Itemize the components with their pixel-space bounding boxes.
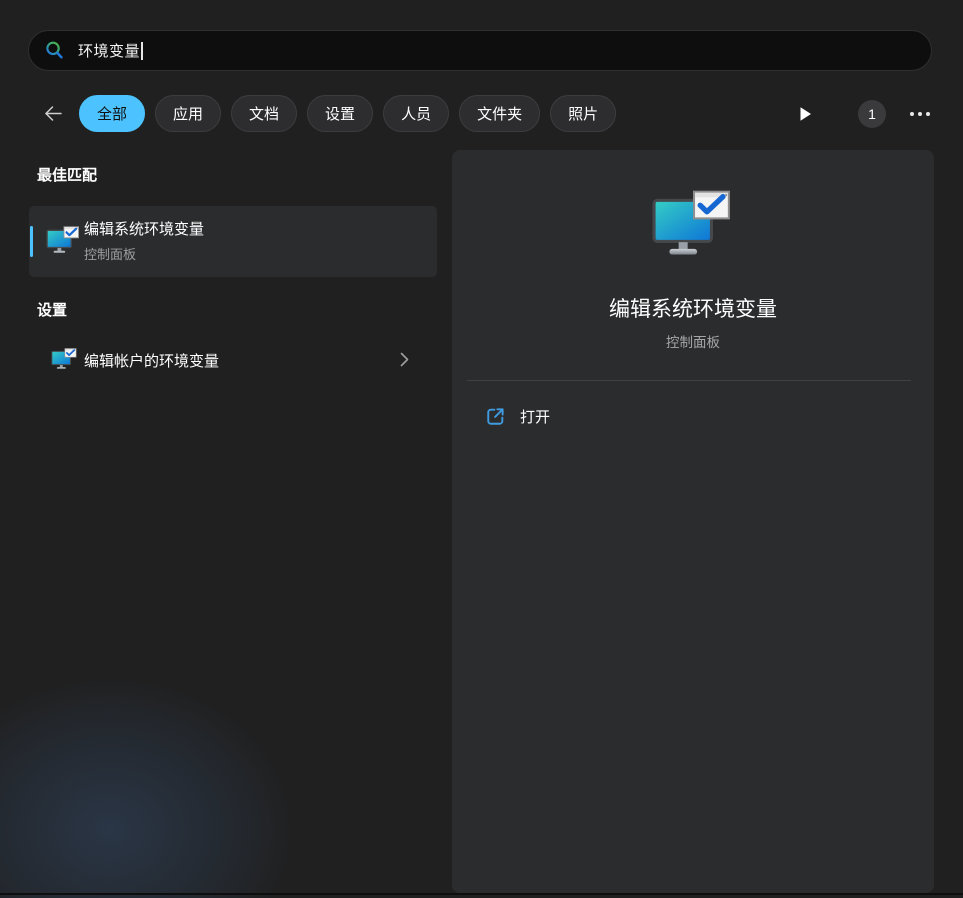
system-properties-icon-large — [652, 190, 734, 264]
toolbar-right: 1 — [795, 99, 932, 128]
result-count-badge[interactable]: 1 — [858, 99, 886, 128]
best-match-result[interactable]: 编辑系统环境变量 控制面板 — [29, 206, 437, 277]
divider — [467, 380, 911, 381]
settings-result-item[interactable]: 编辑帐户的环境变量 — [29, 337, 437, 384]
search-bar[interactable]: 环境变量 — [28, 30, 932, 71]
tab-folders[interactable]: 文件夹 — [459, 95, 541, 132]
open-action[interactable]: 打开 — [485, 406, 550, 427]
selection-accent-bar — [30, 226, 33, 257]
open-external-icon — [485, 406, 506, 427]
best-match-subtitle: 控制面板 — [84, 247, 137, 262]
open-action-label: 打开 — [520, 409, 551, 426]
preview-panel: 编辑系统环境变量 控制面板 打开 — [452, 150, 934, 893]
system-properties-icon — [51, 348, 78, 372]
play-icon[interactable] — [795, 102, 816, 126]
search-icon — [44, 40, 65, 61]
best-match-header: 最佳匹配 — [37, 167, 98, 184]
more-options-icon[interactable] — [908, 106, 932, 122]
window-bottom-edge — [0, 893, 963, 895]
preview-subtitle: 控制面板 — [666, 335, 720, 350]
filter-toolbar: 全部 应用 文档 设置 人员 文件夹 照片 1 — [40, 95, 932, 132]
back-button[interactable] — [40, 101, 66, 127]
tab-people[interactable]: 人员 — [383, 95, 450, 132]
tab-photos[interactable]: 照片 — [550, 95, 617, 132]
search-input-value[interactable]: 环境变量 — [78, 40, 140, 61]
best-match-title: 编辑系统环境变量 — [84, 221, 205, 238]
settings-section-header: 设置 — [37, 302, 68, 319]
tab-apps[interactable]: 应用 — [155, 95, 222, 132]
filter-tabs: 全部 应用 文档 设置 人员 文件夹 照片 — [79, 95, 617, 132]
text-caret — [141, 41, 144, 60]
tab-all[interactable]: 全部 — [79, 95, 146, 132]
settings-result-title: 编辑帐户的环境变量 — [84, 353, 220, 370]
tab-settings[interactable]: 设置 — [307, 95, 374, 132]
windows-search-flyout: 环境变量 全部 应用 文档 设置 人员 文件夹 照片 1 最佳匹配 编辑系统环境… — [0, 0, 963, 898]
system-properties-icon — [46, 226, 81, 257]
tab-documents[interactable]: 文档 — [231, 95, 298, 132]
preview-title: 编辑系统环境变量 — [609, 298, 777, 321]
chevron-right-icon — [400, 352, 409, 367]
